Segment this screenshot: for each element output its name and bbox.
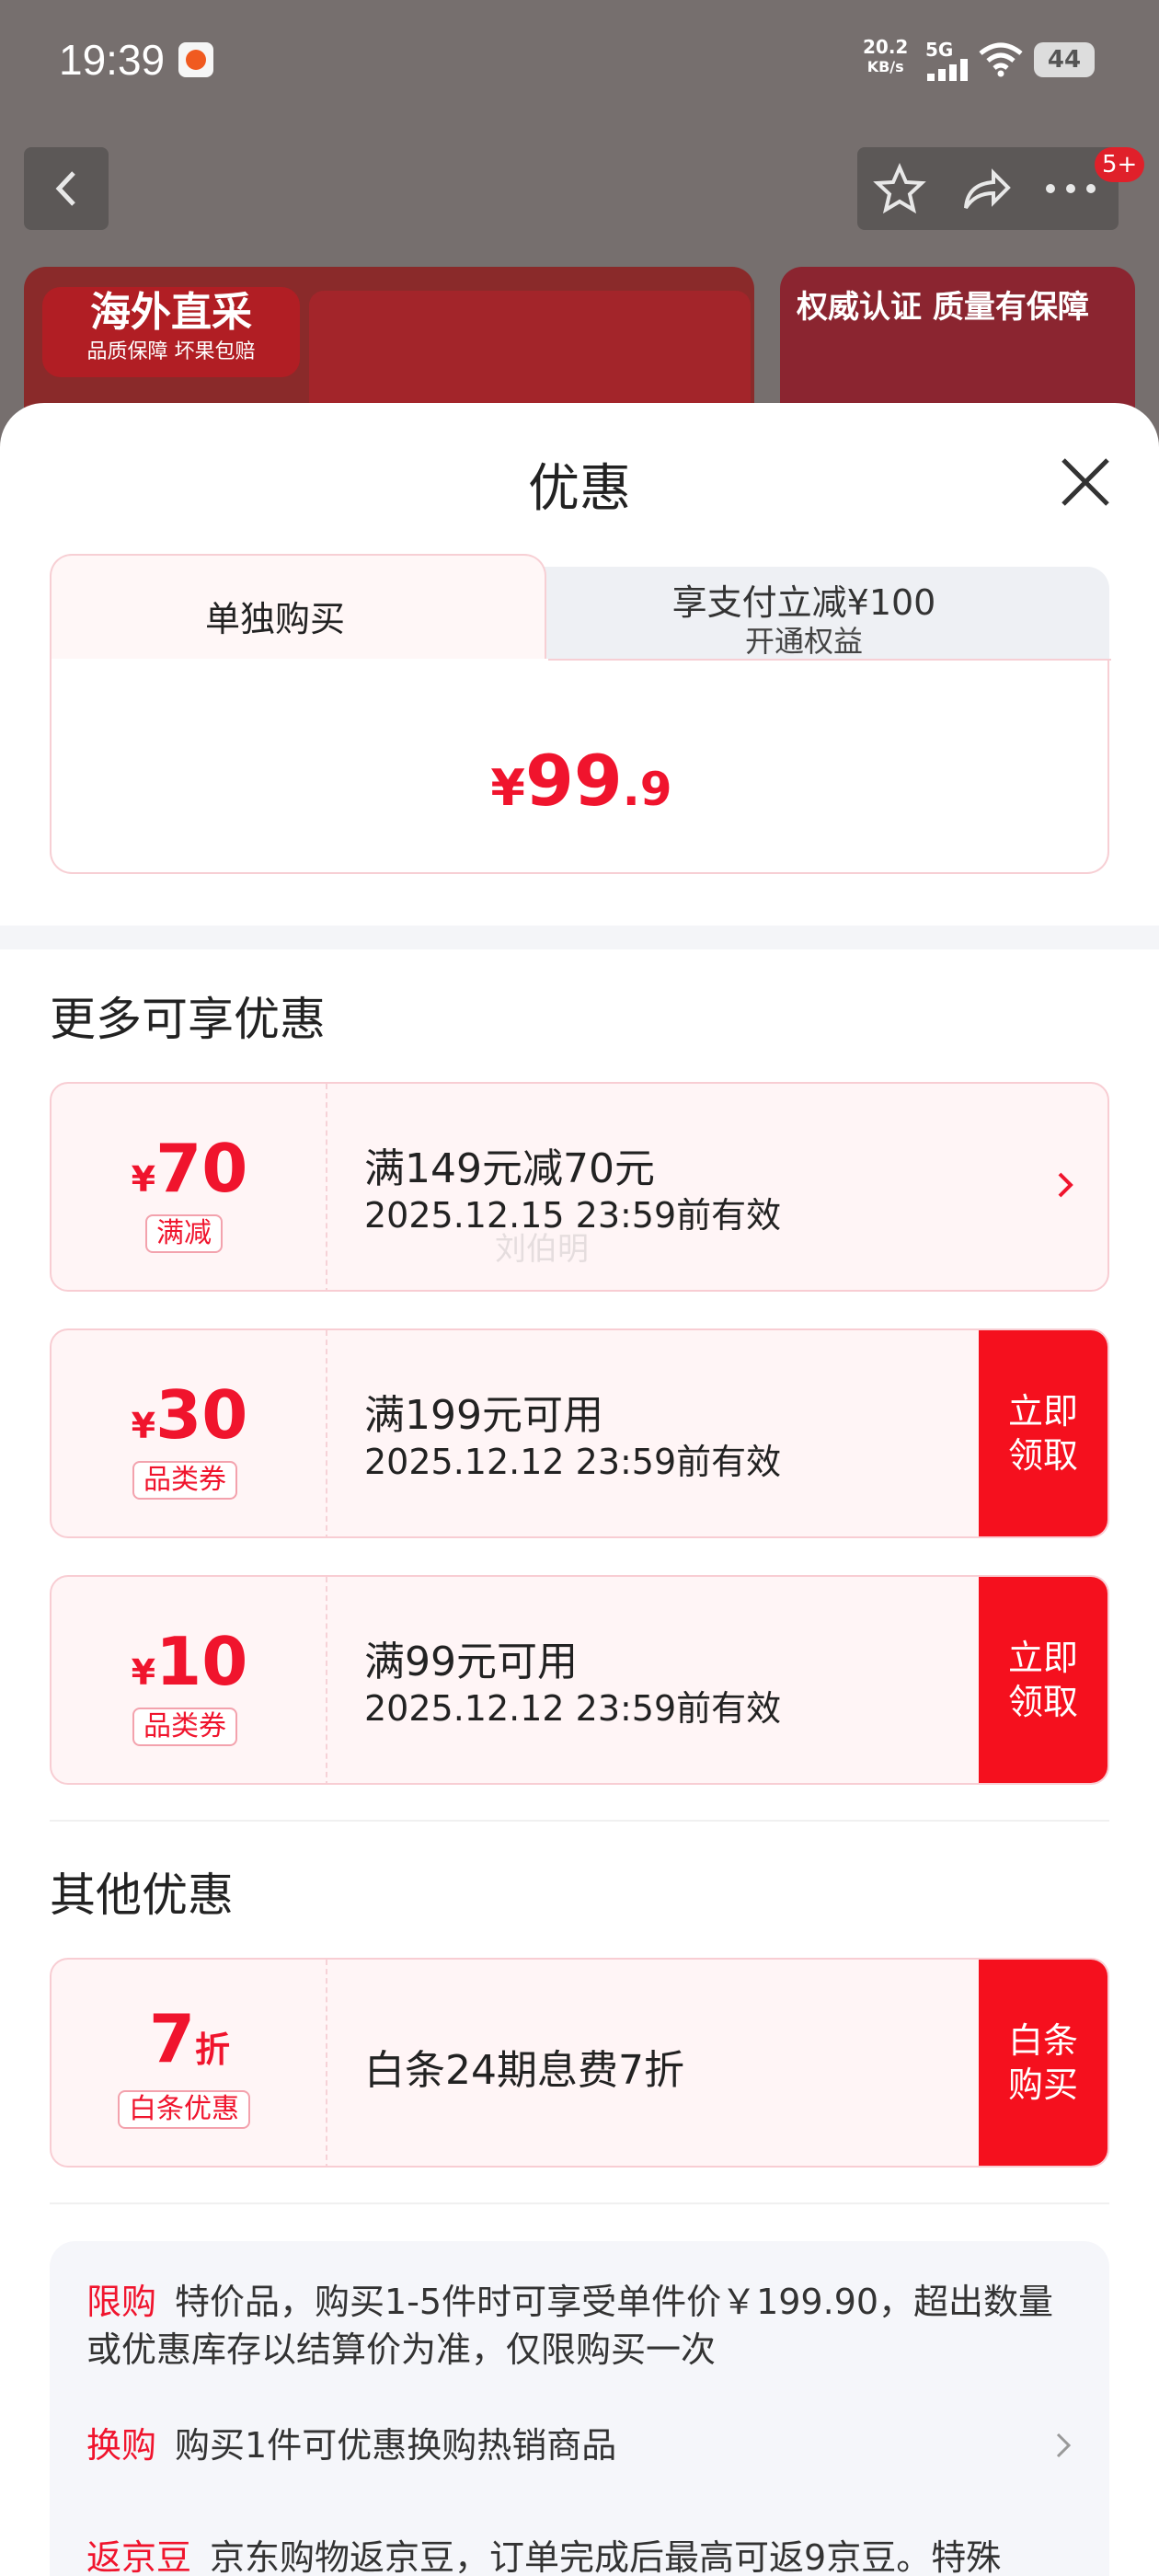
tab-single-purchase-label: 单独购买	[204, 599, 345, 639]
coupon-amount-area: ¥70 满减	[52, 1084, 327, 1290]
baitiao-button-line2: 购买	[1007, 2064, 1078, 2105]
price-integer: 99	[525, 740, 623, 822]
baitiao-amount-area: 7折 白条优惠	[52, 1960, 327, 2166]
sheet-title: 优惠	[528, 459, 631, 519]
baitiao-discount-value: 7	[148, 2000, 196, 2077]
coupon-expiry: 2025.12.12 23:59前有效	[364, 1442, 782, 1482]
coupon-amount-area: ¥30 品类券	[52, 1330, 327, 1536]
more-icon[interactable]	[1041, 175, 1100, 202]
claim-button-line2: 领取	[1007, 1682, 1078, 1722]
overseas-subtitle: 品质保障 坏果包赔	[86, 340, 256, 363]
chevron-left-icon	[55, 171, 75, 206]
rule-text: 购买1件可优惠换购热销商品	[175, 2425, 617, 2466]
coupon-tag: 满减	[145, 1214, 223, 1253]
overseas-tag: 海外直采 品质保障 坏果包赔	[42, 287, 300, 377]
baitiao-offer-card[interactable]: 7折 白条优惠 白条24期息费7折 白条 购买	[50, 1958, 1109, 2168]
net-speed-value: 20.2	[863, 36, 909, 58]
coupon-tag: 品类券	[132, 1461, 237, 1500]
rule-purchase-limit: 限购 特价品，购买1-5件时可享受单件价￥199.90，超出数量或优惠库存以结算价…	[86, 2278, 1061, 2374]
claim-button-line1: 立即	[1007, 1391, 1078, 1432]
baitiao-button-line1: 白条	[1007, 2020, 1078, 2061]
divider	[50, 1820, 1109, 1822]
baitiao-discount: 7折	[52, 2000, 327, 2077]
coupon-condition: 满99元可用	[364, 1639, 578, 1685]
claim-button-line1: 立即	[1007, 1638, 1078, 1678]
coupon-amount: ¥10	[52, 1623, 327, 1700]
baitiao-buy-button[interactable]: 白条 购买	[979, 1960, 1107, 2166]
close-icon[interactable]	[1056, 453, 1115, 512]
coupon-amount-value: 30	[155, 1376, 248, 1454]
claim-coupon-button[interactable]: 立即 领取	[979, 1577, 1107, 1783]
battery-icon: 44	[1034, 42, 1095, 77]
section-gap	[0, 926, 1159, 949]
tab-payment-discount-sub: 开通权益	[744, 624, 863, 659]
coupon-amount: ¥70	[52, 1130, 327, 1207]
rule-jingdou: 返京豆 京东购物返京豆，订单完成后最高可返9京豆。特殊	[86, 2534, 1061, 2576]
coupon-currency: ¥	[131, 1406, 156, 1446]
share-icon[interactable]	[958, 162, 1014, 217]
overseas-title: 海外直采	[90, 289, 252, 336]
claim-button-line2: 领取	[1007, 1435, 1078, 1476]
coupon-card[interactable]: ¥30 品类券 满199元可用 2025.12.12 23:59前有效 立即 领…	[50, 1328, 1109, 1538]
coupon-card[interactable]: ¥10 品类券 满99元可用 2025.12.12 23:59前有效 立即 领取	[50, 1575, 1109, 1785]
chevron-right-icon[interactable]	[1054, 2429, 1074, 2462]
baitiao-tag: 白条优惠	[118, 2090, 250, 2129]
app-notification-icon	[178, 42, 213, 77]
rule-key: 换购	[86, 2425, 157, 2466]
coupon-condition: 满149元减70元	[364, 1145, 655, 1192]
coupon-tag: 品类券	[132, 1708, 237, 1746]
tab-payment-discount-label: 享支付立减¥100	[671, 582, 936, 623]
coupon-amount-area: ¥10 品类券	[52, 1577, 327, 1783]
coupon-condition: 满199元可用	[364, 1392, 603, 1439]
signal-icon	[927, 59, 970, 81]
certified-title: 权威认证 质量有保障	[797, 289, 1089, 326]
price-currency: ¥	[490, 759, 525, 817]
claim-coupon-button[interactable]: 立即 领取	[979, 1330, 1107, 1536]
notification-badge: 5+	[1095, 147, 1145, 182]
network-type: 5G	[925, 39, 954, 61]
rule-key: 限购	[86, 2282, 157, 2322]
back-button[interactable]	[24, 147, 109, 230]
offer-rules-panel: 限购 特价品，购买1-5件时可享受单件价￥199.90，超出数量或优惠库存以结算价…	[50, 2241, 1109, 2576]
price: ¥99.9	[52, 740, 1111, 822]
price-decimal: .9	[622, 763, 672, 816]
watermark: 刘伯明	[495, 1231, 589, 1268]
rule-exchange[interactable]: 换购 购买1件可优惠换购热销商品	[86, 2421, 1061, 2469]
status-time: 19:39	[59, 36, 166, 84]
coupon-expiry: 2025.12.12 23:59前有效	[364, 1688, 782, 1729]
star-icon[interactable]	[872, 162, 927, 217]
baitiao-description: 白条24期息费7折	[364, 2047, 684, 2094]
chevron-right-icon[interactable]	[1054, 1167, 1078, 1203]
more-offers-title: 更多可享优惠	[50, 993, 326, 1046]
coupon-currency: ¥	[131, 1159, 156, 1200]
offers-sheet: 优惠 单独购买 享支付立减¥100 开通权益 ¥99.9 更多可享优惠 ¥70 …	[0, 403, 1159, 2576]
net-speed: 20.2 KB/s	[863, 37, 908, 77]
coupon-amount-value: 70	[155, 1130, 248, 1207]
coupon-currency: ¥	[131, 1652, 156, 1693]
rule-text: 特价品，购买1-5件时可享受单件价￥199.90，超出数量或优惠库存以结算价为准…	[86, 2282, 1054, 2370]
net-speed-unit: KB/s	[866, 58, 904, 75]
divider	[50, 2202, 1109, 2204]
rule-key: 返京豆	[86, 2537, 192, 2576]
other-offers-title: 其他优惠	[50, 1869, 234, 1922]
wifi-icon	[979, 42, 1023, 77]
rule-text: 京东购物返京豆，订单完成后最高可返9京豆。特殊	[210, 2537, 1002, 2576]
price-box: ¥99.9	[50, 659, 1111, 874]
header-actions	[857, 147, 1119, 230]
coupon-amount-value: 10	[155, 1623, 248, 1700]
purchase-tabs: 单独购买 享支付立减¥100 开通权益	[50, 554, 1109, 661]
baitiao-discount-unit: 折	[195, 2030, 231, 2070]
coupon-amount: ¥30	[52, 1376, 327, 1454]
status-bar: 19:39 20.2 KB/s 5G 44	[0, 0, 1159, 120]
